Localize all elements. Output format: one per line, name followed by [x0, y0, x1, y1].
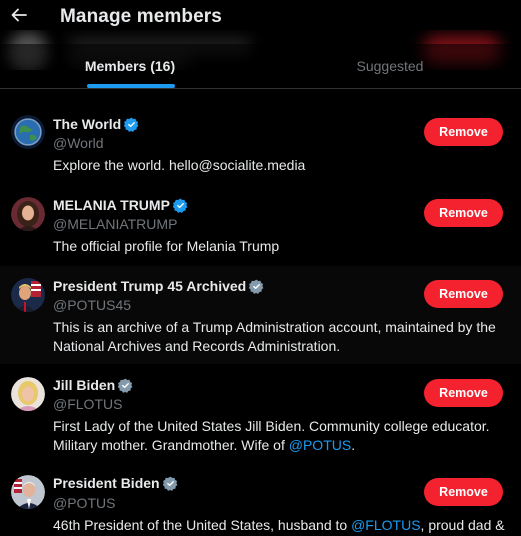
tab-members[interactable]: Members (16)	[0, 44, 260, 88]
member-name-line: Jill Biden	[53, 377, 133, 393]
member-bio: First Lady of the United States Jill Bid…	[53, 417, 508, 455]
member-handle: @FLOTUS	[53, 396, 123, 412]
member-handle: @POTUS45	[53, 297, 132, 313]
member-name-line: The World	[53, 116, 139, 132]
active-tab-indicator	[87, 84, 175, 88]
member-handle: @MELANIATRUMP	[53, 216, 178, 232]
back-button[interactable]	[8, 4, 30, 26]
mention-link[interactable]: @FLOTUS	[351, 517, 420, 533]
member-name-line: MELANIA TRUMP	[53, 197, 188, 213]
user-photo-icon	[11, 475, 45, 509]
tab-suggested[interactable]: Suggested	[260, 44, 520, 88]
verified-badge-icon	[172, 198, 188, 213]
gray-verified-badge-icon	[162, 476, 177, 491]
verified-badge-icon	[124, 117, 139, 132]
avatar	[11, 278, 45, 312]
gray-verified-badge-icon	[118, 378, 133, 393]
member-name: MELANIA TRUMP	[53, 197, 170, 213]
avatar	[11, 475, 45, 509]
user-photo-icon	[11, 278, 45, 312]
member-handle: @POTUS	[53, 495, 116, 511]
mention-link[interactable]: @POTUS	[289, 437, 351, 453]
remove-button[interactable]: Remove	[424, 199, 503, 227]
member-bio: 46th President of the United States, hus…	[53, 516, 508, 535]
globe-avatar-icon	[11, 115, 45, 149]
bio-text: .	[351, 437, 356, 453]
avatar	[11, 377, 45, 411]
avatar	[11, 115, 45, 149]
tab-bar: Members (16) Suggested	[0, 44, 521, 89]
arrow-left-icon	[11, 8, 27, 22]
list-item[interactable]: President Trump 45 Archived @POTUS45 Thi…	[0, 266, 521, 364]
member-name-line: President Biden	[53, 475, 178, 491]
remove-button[interactable]: Remove	[424, 118, 503, 146]
member-name: President Trump 45 Archived	[53, 278, 247, 294]
user-photo-icon	[11, 197, 45, 231]
bio-text: , proud dad &	[420, 517, 505, 533]
list-item[interactable]: President Biden @POTUS 46th President of…	[0, 464, 521, 536]
member-bio: The official profile for Melania Trump	[53, 238, 280, 254]
member-bio: This is an archive of a Trump Administra…	[53, 319, 496, 354]
list-item[interactable]: MELANIA TRUMP @MELANIATRUMP The official…	[0, 186, 521, 264]
user-photo-icon	[11, 377, 45, 411]
member-name: President Biden	[53, 475, 160, 491]
gray-verified-badge-icon	[249, 279, 264, 294]
member-handle: @World	[53, 135, 104, 151]
list-item[interactable]: Jill Biden @FLOTUS First Lady of the Uni…	[0, 365, 521, 463]
page-title: Manage members	[60, 6, 222, 27]
member-bio: Explore the world. hello@socialite.media	[53, 157, 306, 173]
remove-button[interactable]: Remove	[424, 478, 503, 506]
bio-text: First Lady of the United States Jill Bid…	[53, 418, 490, 453]
header: Manage members	[0, 0, 521, 36]
remove-button[interactable]: Remove	[424, 379, 503, 407]
avatar	[11, 197, 45, 231]
member-name: The World	[53, 116, 122, 132]
remove-button[interactable]: Remove	[424, 280, 503, 308]
manage-members-screen: Manage members Members (16) Suggested Th…	[0, 0, 521, 536]
member-name: Jill Biden	[53, 377, 116, 393]
list-item[interactable]: The World @World Explore the world. hell…	[0, 105, 521, 183]
bio-text: 46th President of the United States, hus…	[53, 517, 352, 533]
member-name-line: President Trump 45 Archived	[53, 278, 264, 294]
